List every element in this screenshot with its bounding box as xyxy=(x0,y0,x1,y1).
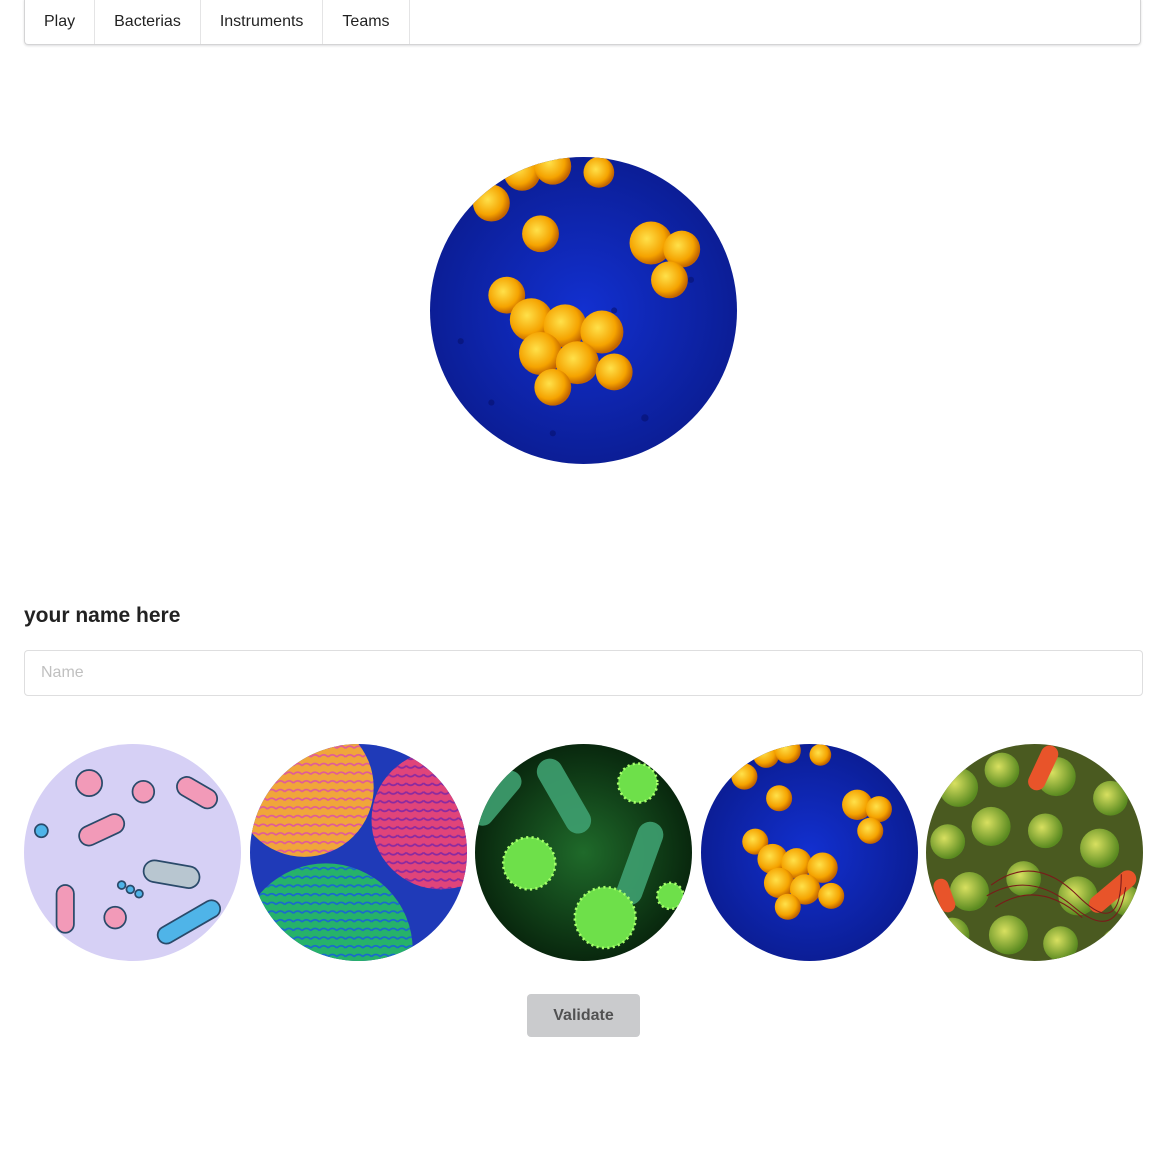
avatar-list xyxy=(24,744,1143,961)
bacteria-colony-image xyxy=(926,744,1143,961)
tab-bacterias[interactable]: Bacterias xyxy=(95,0,201,44)
validate-button[interactable]: Validate xyxy=(527,994,640,1037)
top-menu: Play Bacterias Instruments Teams xyxy=(24,0,1141,45)
bacteria-cluster-image xyxy=(700,744,918,961)
avatar-option-3[interactable] xyxy=(475,744,692,961)
tab-instruments[interactable]: Instruments xyxy=(201,0,324,44)
avatar-option-5[interactable] xyxy=(926,744,1143,961)
selected-avatar xyxy=(430,157,737,464)
bacteria-cluster-image xyxy=(430,157,737,464)
avatar-option-2[interactable] xyxy=(249,744,467,961)
avatar-option-1[interactable] xyxy=(24,744,241,961)
name-label: your name here xyxy=(24,604,181,627)
avatar-option-4[interactable] xyxy=(700,744,918,961)
tab-play[interactable]: Play xyxy=(25,0,96,44)
green-virus-image xyxy=(475,744,692,961)
name-input[interactable] xyxy=(24,650,1143,696)
pattern-cells-image xyxy=(249,744,467,961)
cartoon-bacteria-image xyxy=(24,744,241,961)
tab-teams[interactable]: Teams xyxy=(323,0,410,44)
